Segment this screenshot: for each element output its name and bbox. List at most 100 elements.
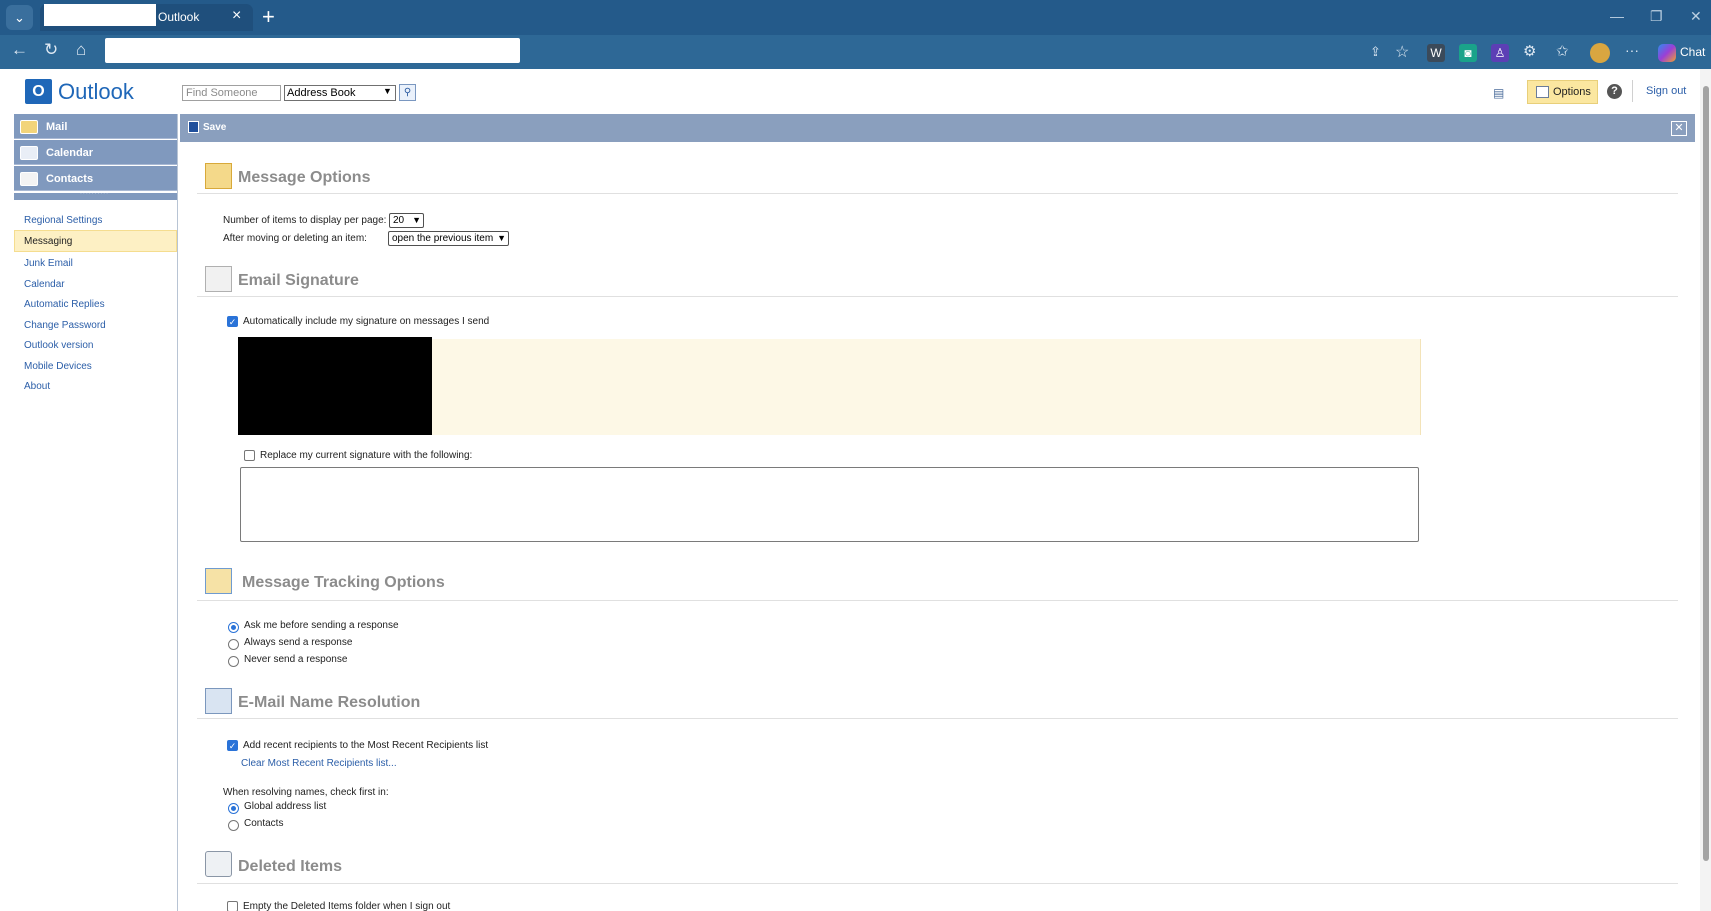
refresh-icon[interactable]: ↻ [44, 40, 58, 60]
items-per-page-label: Number of items to display per page: [223, 215, 387, 226]
after-move-value: open the previous item [392, 233, 494, 244]
nav-mobile-devices[interactable]: Mobile Devices [24, 361, 92, 372]
tracking-radio-never[interactable] [228, 656, 239, 667]
nav-module-mail[interactable]: Mail [14, 114, 177, 139]
address-book-icon[interactable]: ▤ [1493, 86, 1504, 100]
find-someone-input[interactable]: Find Someone [182, 85, 281, 101]
chevron-down-icon: ▼ [412, 215, 421, 225]
message-options-title: Message Options [238, 169, 371, 186]
section-divider [197, 600, 1678, 601]
close-window-icon[interactable]: ✕ [1690, 8, 1702, 25]
chevron-down-icon: ▼ [383, 86, 392, 96]
address-book-select[interactable]: Address Book [284, 85, 396, 101]
empty-deleted-label: Empty the Deleted Items folder when I si… [243, 901, 451, 911]
extension-green-icon[interactable]: ◙ [1459, 44, 1477, 62]
recycle-bin-icon [205, 851, 232, 877]
name-resolution-title: E-Mail Name Resolution [238, 694, 421, 711]
signature-pen-icon [205, 266, 232, 292]
more-icon[interactable]: ··· [1625, 42, 1639, 58]
options-icon [1536, 86, 1549, 98]
grip-dots: '''''''''' [80, 190, 110, 201]
close-icon[interactable]: ✕ [1671, 121, 1687, 136]
home-icon[interactable]: ⌂ [76, 40, 86, 60]
tab-title: Outlook [158, 10, 200, 24]
after-move-label: After moving or deleting an item: [223, 233, 367, 244]
address-book-section-icon [205, 688, 232, 714]
address-bar[interactable] [105, 38, 520, 63]
resolve-option-gal: Global address list [244, 801, 327, 812]
tracking-radio-ask[interactable] [228, 622, 239, 633]
nav-messaging[interactable]: Messaging [24, 236, 72, 247]
nav-outlook-version[interactable]: Outlook version [24, 340, 93, 351]
browser-tab-bar [0, 0, 1711, 35]
resolve-option-contacts: Contacts [244, 818, 284, 829]
envelope-icon [205, 163, 232, 189]
replace-signature-checkbox[interactable] [244, 450, 255, 461]
clear-recent-recipients-link[interactable]: Clear Most Recent Recipients list... [241, 758, 397, 769]
nav-calendar[interactable]: Calendar [24, 279, 65, 290]
add-recent-recipients-checkbox[interactable]: ✓ [227, 740, 238, 751]
after-move-select[interactable]: open the previous item ▼ [388, 231, 509, 246]
save-button[interactable]: Save [203, 122, 226, 133]
tracking-option-never: Never send a response [244, 654, 348, 665]
options-toolbar [180, 114, 1695, 142]
resolve-radio-gal[interactable] [228, 803, 239, 814]
nav-module-calendar[interactable]: Calendar [14, 140, 177, 165]
signature-textarea[interactable] [240, 467, 1419, 542]
replace-signature-label: Replace my current signature with the fo… [260, 450, 473, 461]
contacts-icon [20, 172, 38, 186]
minimize-icon[interactable]: — [1610, 8, 1624, 24]
nav-regional-settings[interactable]: Regional Settings [24, 215, 102, 226]
nav-junk-email[interactable]: Junk Email [24, 258, 73, 269]
chevron-down-icon: ▼ [497, 233, 506, 243]
tracking-title: Message Tracking Options [242, 574, 445, 591]
chat-label[interactable]: Chat [1680, 45, 1705, 59]
items-per-page-select[interactable]: 20 ▼ [389, 213, 424, 228]
deleted-items-title: Deleted Items [238, 858, 343, 875]
tab-title-redacted [44, 4, 156, 26]
favorites-icon[interactable]: ✩ [1556, 42, 1569, 60]
extensions-icon[interactable]: ⚙ [1523, 42, 1536, 60]
calendar-icon [20, 146, 38, 160]
resolve-radio-contacts[interactable] [228, 820, 239, 831]
auto-include-signature-label: Automatically include my signature on me… [243, 316, 490, 327]
tab-list-button[interactable]: ⌄ [6, 5, 33, 30]
back-icon[interactable]: ← [11, 40, 28, 60]
nav-module-contacts[interactable]: Contacts [14, 166, 177, 191]
add-recent-recipients-label: Add recent recipients to the Most Recent… [243, 740, 489, 751]
save-icon[interactable] [188, 121, 199, 133]
nav-automatic-replies[interactable]: Automatic Replies [24, 299, 105, 310]
new-tab-button[interactable]: + [262, 4, 275, 30]
tracking-option-ask: Ask me before sending a response [244, 620, 399, 631]
sign-out-link[interactable]: Sign out [1646, 85, 1686, 97]
tab-close-icon[interactable]: × [232, 7, 241, 25]
nav-change-password[interactable]: Change Password [24, 320, 106, 331]
profile-avatar[interactable] [1590, 43, 1610, 63]
copilot-icon[interactable] [1658, 44, 1676, 62]
header-divider [1632, 80, 1633, 102]
items-per-page-value: 20 [393, 215, 405, 226]
mail-icon [20, 120, 38, 134]
extension-w-icon[interactable]: W [1427, 44, 1445, 62]
favorite-star-icon[interactable]: ☆ [1395, 42, 1409, 62]
scrollbar-thumb[interactable] [1703, 86, 1709, 861]
section-divider [197, 883, 1678, 884]
email-signature-title: Email Signature [238, 272, 359, 289]
tracking-radio-always[interactable] [228, 639, 239, 650]
nav-about[interactable]: About [24, 381, 50, 392]
extension-purple-icon[interactable]: ♙ [1491, 44, 1509, 62]
search-icon[interactable]: ⚲ [399, 84, 416, 101]
help-icon[interactable]: ? [1607, 84, 1622, 99]
resolve-names-label: When resolving names, check first in: [223, 787, 389, 798]
tracking-option-always: Always send a response [244, 637, 353, 648]
signature-image-redacted [238, 337, 432, 435]
share-icon[interactable]: ⇪ [1370, 44, 1381, 60]
outlook-logo-icon: O [25, 79, 52, 104]
auto-include-signature-checkbox[interactable]: ✓ [227, 316, 238, 327]
outlook-logo-text: Outlook [58, 79, 134, 104]
section-divider [197, 718, 1678, 719]
empty-deleted-checkbox[interactable] [227, 901, 238, 911]
section-divider [197, 296, 1678, 297]
section-divider [197, 193, 1678, 194]
restore-icon[interactable]: ❐ [1650, 8, 1663, 25]
